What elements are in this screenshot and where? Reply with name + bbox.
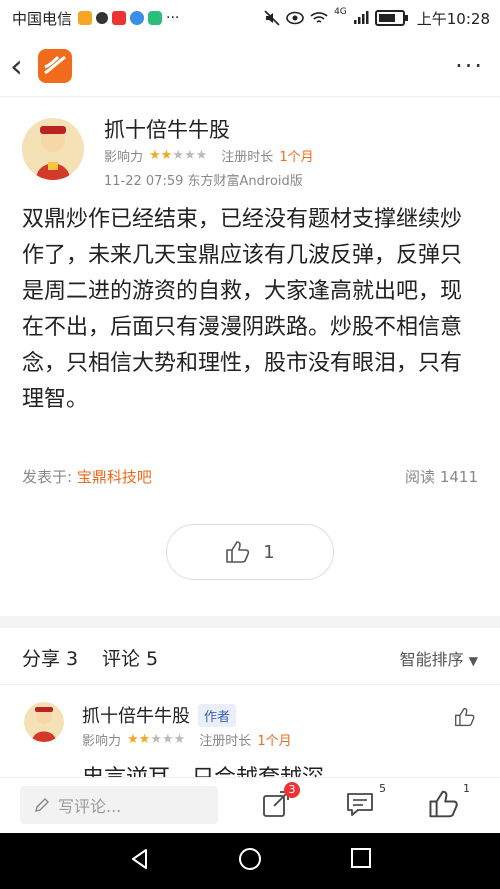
influence-label: 影响力 — [104, 150, 144, 165]
eye-icon — [286, 11, 304, 25]
clock-label: 上午10:28 — [416, 9, 490, 28]
comment-author: 抓十倍牛牛股 作者 — [82, 702, 237, 728]
like-count-sup: 1 — [463, 782, 470, 795]
post-author-header: 抓十倍牛牛股 影响力 ★★★★★ 注册时长 1个月 11-22 07:59 东方… — [0, 96, 500, 196]
comment-influence-label: 影响力 — [82, 734, 122, 749]
comment-author-name[interactable]: 抓十倍牛牛股 — [82, 702, 190, 728]
comment-meta: 影响力 ★★★★★ 注册时长 1个月 — [82, 730, 292, 749]
recents-square-icon[interactable] — [350, 847, 372, 869]
thumbs-up-icon — [226, 541, 250, 563]
influence-stars: ★★★★★ — [149, 148, 208, 163]
home-circle-icon[interactable] — [238, 847, 262, 871]
comment-like-icon[interactable] — [454, 706, 476, 728]
comment-reg-value: 1个月 — [257, 734, 292, 749]
comment-tabs: 分享 3 评论 5 智能排序 ▼ — [0, 628, 500, 685]
write-comment-input[interactable]: 写评论... — [20, 786, 218, 824]
app-top-bar: ‹ ··· — [0, 36, 500, 97]
share-count-badge: 3 — [284, 782, 300, 798]
status-bar: 中国电信 ··· 4G 上午10:28 — [0, 0, 500, 36]
video-notification-icon — [112, 11, 127, 25]
network-type-label: 4G — [334, 7, 347, 17]
more-notifications-icon: ··· — [166, 10, 180, 26]
app-logo[interactable] — [38, 49, 72, 83]
app-notification-icon — [78, 11, 93, 25]
system-nav-bar — [0, 833, 500, 889]
signal-icon — [353, 11, 369, 24]
comment-reg-label: 注册时长 — [199, 734, 252, 749]
pencil-icon — [35, 798, 49, 812]
read-count: 阅读 1411 — [405, 468, 478, 486]
avatar[interactable] — [22, 118, 84, 180]
message-notification-icon — [148, 11, 163, 25]
author-name[interactable]: 抓十倍牛牛股 — [104, 114, 230, 144]
mute-icon — [264, 10, 280, 26]
post-footer: 发表于: 宝鼎科技吧 阅读 1411 — [22, 466, 478, 490]
back-triangle-icon[interactable] — [128, 847, 152, 871]
battery-icon — [374, 10, 408, 26]
sort-dropdown[interactable]: 智能排序 ▼ — [400, 646, 478, 670]
share-button[interactable]: 3 — [260, 782, 300, 822]
section-divider — [0, 616, 500, 628]
author-meta: 影响力 ★★★★★ 注册时长 1个月 — [104, 146, 314, 165]
bottom-like-button[interactable]: 1 — [428, 782, 470, 822]
zhihu-notification-icon — [130, 11, 145, 25]
tab-share[interactable]: 分享 3 — [22, 644, 78, 671]
reg-label: 注册时长 — [221, 150, 274, 165]
post-date-source: 11-22 07:59 东方财富Android版 — [104, 174, 303, 189]
tab-comments[interactable]: 评论 5 — [102, 644, 158, 671]
avatar[interactable] — [24, 702, 64, 742]
author-badge: 作者 — [198, 703, 237, 727]
like-count: 1 — [263, 541, 275, 563]
comment-item: 抓十倍牛牛股 作者 影响力 ★★★★★ 注册时长 1个月 忠言逆耳，只会越套越深 — [0, 684, 500, 791]
carrier-label: 中国电信 — [12, 9, 73, 28]
sort-label: 智能排序 — [399, 650, 464, 669]
thumbs-up-icon — [429, 790, 458, 818]
reg-value: 1个月 — [279, 150, 314, 165]
comment-icon — [347, 793, 373, 816]
more-options-icon[interactable]: ··· — [455, 52, 484, 80]
notification-icons: ··· — [78, 10, 179, 26]
post-content: 双鼎炒作已经结束，已经没有题材支撑继续炒作了，未来几天宝鼎应该有几波反弹，反弹只… — [22, 207, 463, 412]
posted-in-bar-link[interactable]: 宝鼎科技吧 — [77, 468, 152, 486]
comment-count-sup: 5 — [379, 782, 386, 795]
comments-button[interactable]: 5 — [344, 782, 386, 822]
posted-in-label: 发表于: — [22, 468, 73, 486]
person-notification-icon — [96, 12, 109, 24]
wifi-icon — [310, 12, 328, 23]
comment-influence-stars: ★★★★★ — [127, 732, 186, 747]
bottom-action-bar: 写评论... 3 5 1 — [0, 777, 500, 834]
write-comment-placeholder: 写评论... — [58, 797, 122, 816]
caret-down-icon: ▼ — [468, 654, 478, 668]
back-arrow-icon[interactable]: ‹ — [10, 48, 36, 84]
like-button[interactable]: 1 — [166, 524, 334, 580]
